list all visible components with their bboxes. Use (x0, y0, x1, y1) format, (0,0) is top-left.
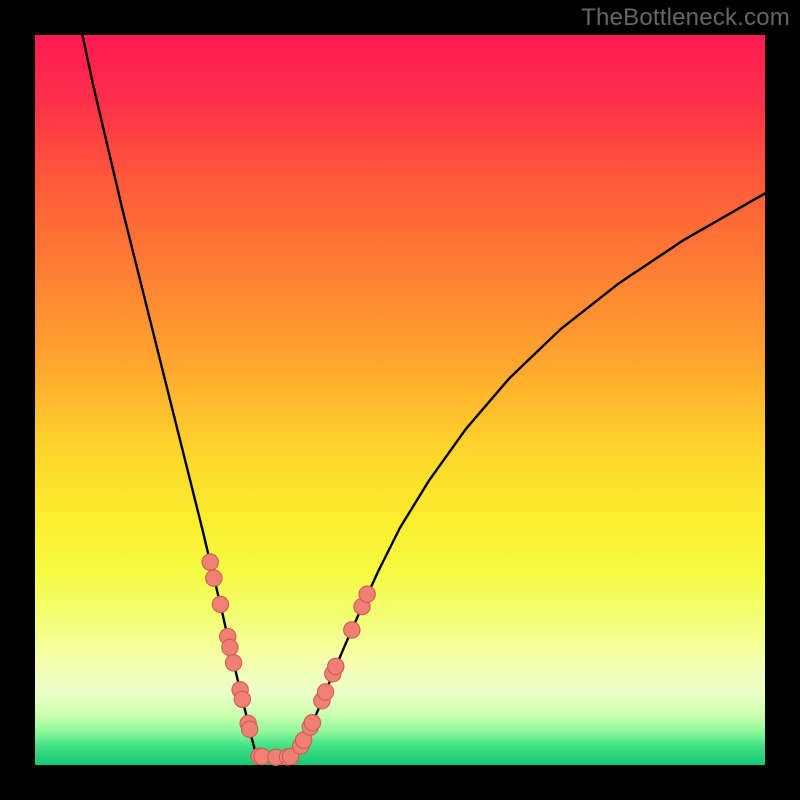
data-marker (222, 639, 238, 655)
data-marker (212, 596, 228, 612)
data-marker (359, 586, 375, 602)
chart-svg (0, 0, 800, 800)
plot-background (35, 35, 765, 765)
data-marker (234, 691, 250, 707)
chart-frame: TheBottleneck.com (0, 0, 800, 800)
watermark-text: TheBottleneck.com (581, 4, 790, 32)
data-marker (328, 658, 344, 674)
data-marker (344, 622, 360, 638)
data-marker (304, 714, 320, 730)
data-marker (206, 570, 222, 586)
data-marker (241, 721, 257, 737)
data-marker (225, 655, 241, 671)
data-marker (202, 554, 218, 570)
data-marker (317, 684, 333, 700)
